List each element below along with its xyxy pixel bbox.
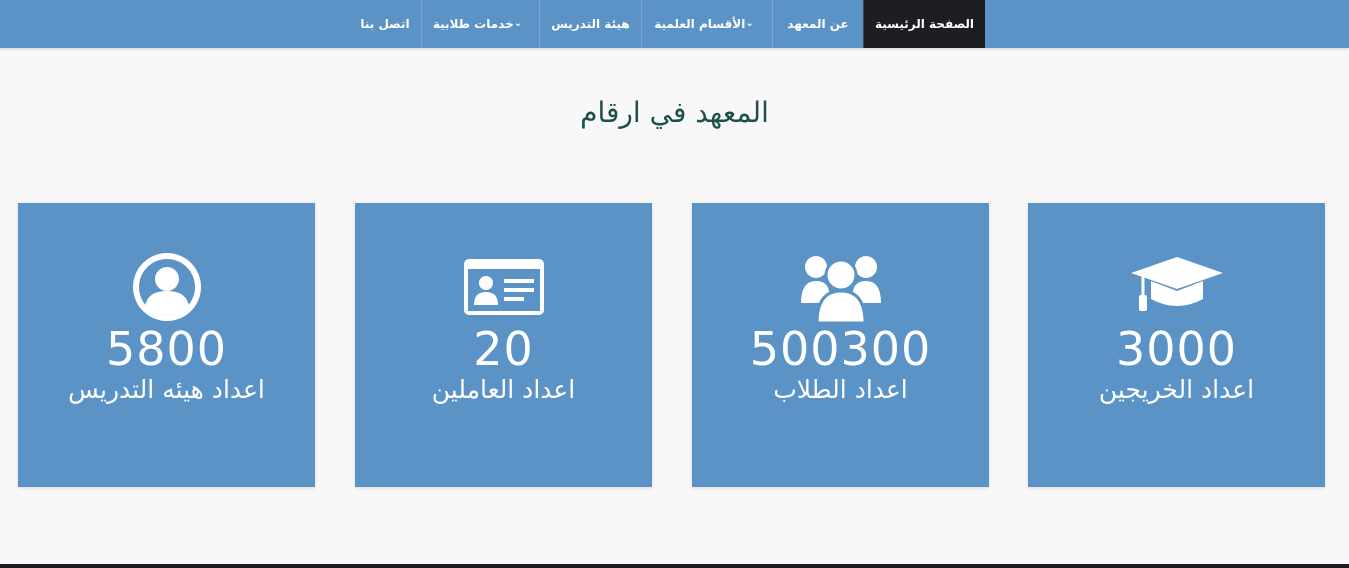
graduation-cap-icon xyxy=(1028,251,1325,323)
nav-item-label: هيئة التدريس xyxy=(551,17,630,31)
nav-menu: الصفحة الرئيسية عن المعهد الأقسام العلمي… xyxy=(349,0,985,48)
user-circle-icon xyxy=(18,251,315,323)
stat-card-graduates: 3000 اعداد الخريجين xyxy=(1028,203,1325,487)
footer-edge xyxy=(0,564,1349,568)
nav-item-label: اتصل بنا xyxy=(360,17,410,31)
nav-item-label: خدمات طلابية xyxy=(432,17,514,31)
stat-value: 500300 xyxy=(749,322,932,376)
nav-item-contact[interactable]: اتصل بنا xyxy=(349,0,421,48)
nav-item-label: الصفحة الرئيسية xyxy=(874,17,975,31)
stat-label: اعداد الخريجين xyxy=(1098,375,1255,404)
users-group-icon xyxy=(692,251,989,323)
stat-card-employees: 20 اعداد العاملين xyxy=(355,203,652,487)
nav-item-faculty[interactable]: هيئة التدريس xyxy=(539,0,641,48)
chevron-down-icon: ⌄ xyxy=(513,18,523,29)
top-navbar: الصفحة الرئيسية عن المعهد الأقسام العلمي… xyxy=(0,0,1349,48)
nav-item-label: الأقسام العلمية xyxy=(654,17,746,31)
section-title: المعهد في ارقام xyxy=(580,96,769,129)
stat-card-faculty: 5800 اعداد هيئه التدريس xyxy=(18,203,315,487)
stat-card-students: 500300 اعداد الطلاب xyxy=(692,203,989,487)
nav-item-departments[interactable]: الأقسام العلمية ⌄ xyxy=(641,0,772,48)
nav-item-label: عن المعهد xyxy=(787,17,849,31)
chevron-down-icon: ⌄ xyxy=(745,18,754,29)
stat-label: اعداد العاملين xyxy=(431,375,576,404)
nav-item-student-services[interactable]: خدمات طلابية ⌄ xyxy=(421,0,539,48)
stat-value: 5800 xyxy=(105,322,228,376)
stat-value: 20 xyxy=(473,322,534,376)
stat-label: اعداد هيئه التدريس xyxy=(68,375,265,404)
nav-item-home[interactable]: الصفحة الرئيسية xyxy=(863,0,985,48)
nav-item-about[interactable]: عن المعهد xyxy=(772,0,863,48)
stat-label: اعداد الطلاب xyxy=(773,375,908,404)
id-card-icon xyxy=(355,251,652,323)
stat-value: 3000 xyxy=(1115,322,1238,376)
